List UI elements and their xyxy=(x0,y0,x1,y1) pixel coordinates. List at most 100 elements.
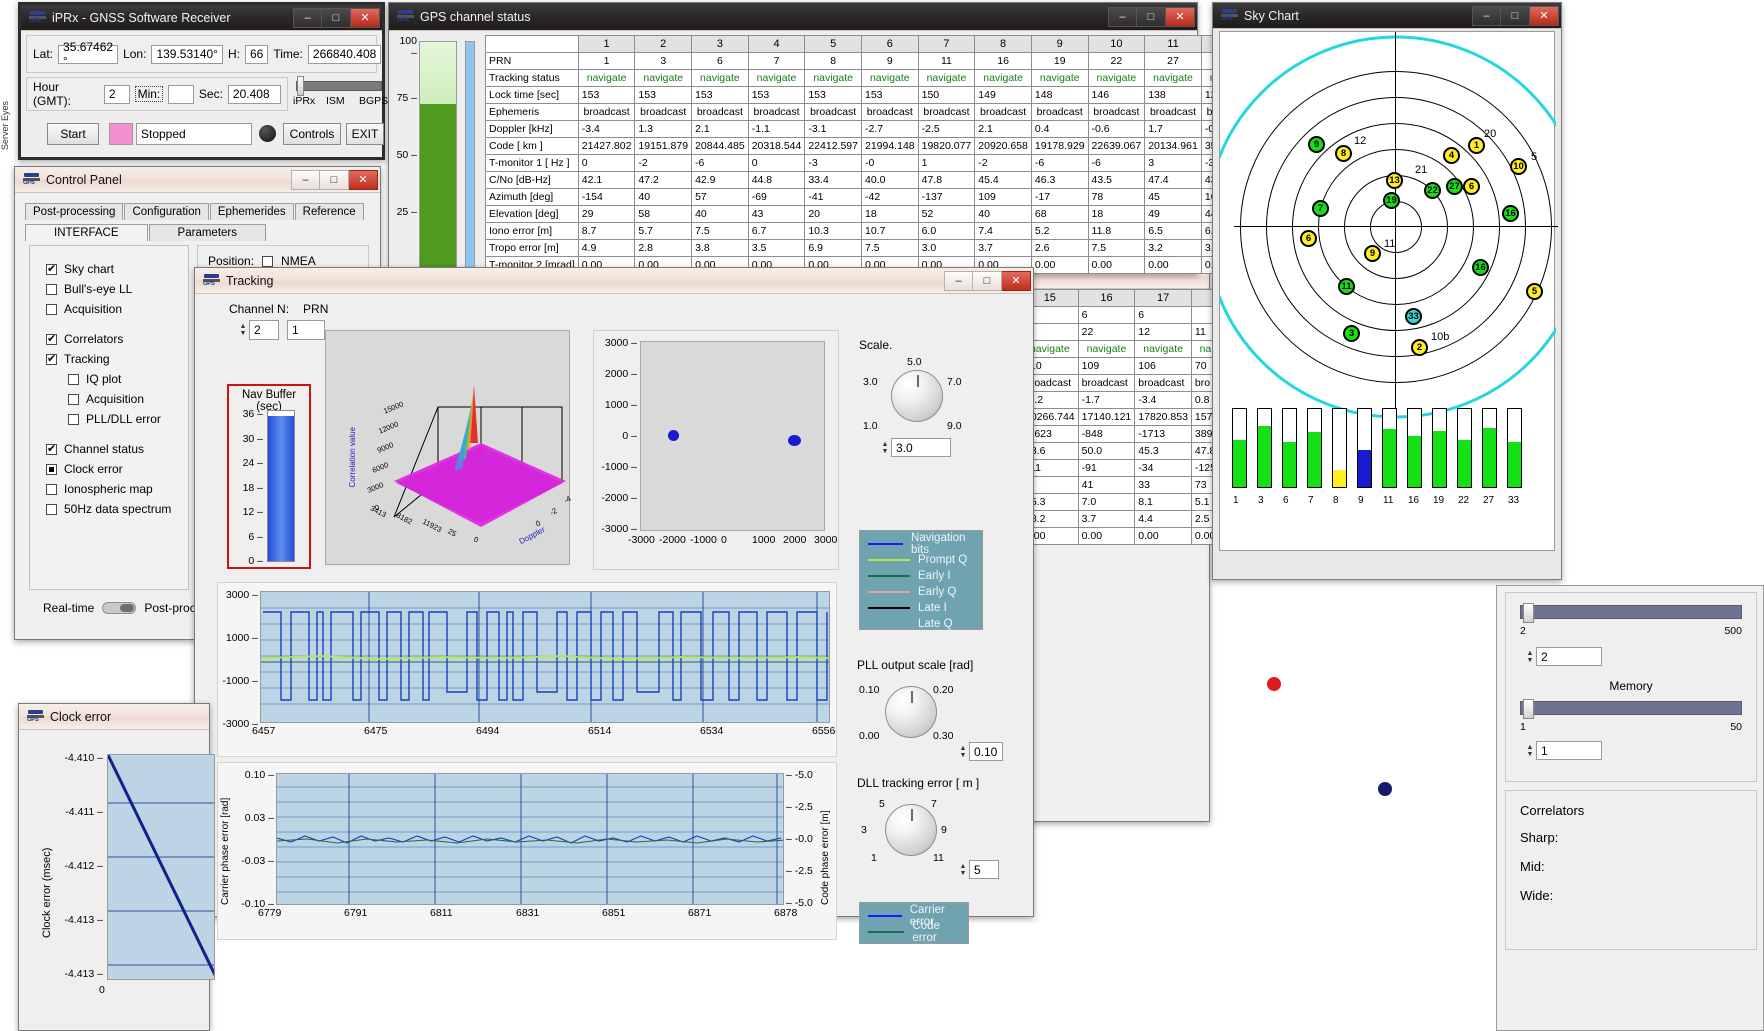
window-tracking[interactable]: GPS Tracking – □ ✕ Channel N: PRN ▲ ▼ 2 1… xyxy=(194,267,1034,944)
window-sky-chart[interactable]: GPS Sky Chart – □ ✕ 9 8 12 13 21 4 1 20 10 5 7 19 22… xyxy=(1212,2,1562,580)
close-button[interactable]: ✕ xyxy=(1166,6,1195,27)
checkbox-row-acquisition[interactable]: Acquisition xyxy=(68,392,178,406)
clock-error-plot[interactable] xyxy=(107,754,215,980)
checkbox-row-correlators[interactable]: Correlators xyxy=(46,332,178,346)
column-header[interactable]: 8 xyxy=(974,35,1032,53)
column-header[interactable]: 16 xyxy=(1077,289,1136,307)
stepper-arrows-icon[interactable]: ▲ ▼ xyxy=(1524,741,1536,761)
mode-slider[interactable] xyxy=(296,81,382,91)
scale-value-stepper[interactable]: ▲ ▼ 3.0 xyxy=(879,438,951,458)
start-button[interactable]: Start xyxy=(47,123,99,145)
stepper-arrows-icon[interactable]: ▲ ▼ xyxy=(957,742,969,762)
interface-checkbox-list[interactable]: Sky chart Bull's-eye LL Acquisition Correla… xyxy=(30,246,188,516)
column-header[interactable]: 17 xyxy=(1134,289,1192,307)
checkbox-clock-error[interactable] xyxy=(46,463,57,475)
column-header[interactable]: 10 xyxy=(1087,35,1146,53)
height-value[interactable]: 66 xyxy=(244,44,269,64)
satellite-marker-2[interactable]: 2 xyxy=(1411,339,1428,356)
satellite-marker-27[interactable]: 27 xyxy=(1446,178,1463,195)
mode-toggle-switch[interactable] xyxy=(102,602,137,614)
column-header[interactable]: 6 xyxy=(860,35,919,53)
minimize-button[interactable]: – xyxy=(944,270,973,291)
nmea-checkbox[interactable] xyxy=(262,255,274,267)
nav-chart-plot[interactable] xyxy=(260,591,830,723)
checkbox-bull-s-eye-ll[interactable] xyxy=(46,283,57,295)
column-header[interactable]: 11 xyxy=(1144,35,1202,53)
control-panel-tabs-top[interactable]: Post-processing Configuration Ephemerides R… xyxy=(25,203,365,220)
checkbox-iq-plot[interactable] xyxy=(68,373,79,385)
checkbox-correlators[interactable] xyxy=(46,332,57,345)
satellite-marker-10[interactable]: 10 xyxy=(1510,158,1527,175)
memory-slider[interactable] xyxy=(1520,699,1742,719)
satellite-marker-16[interactable]: 16 xyxy=(1502,205,1519,222)
stepper-arrows-icon[interactable]: ▲ ▼ xyxy=(957,860,969,880)
iq-plot-area[interactable] xyxy=(640,341,825,531)
checkbox-50hz-data-spectrum[interactable] xyxy=(46,503,57,515)
minimize-button[interactable]: – xyxy=(293,7,322,28)
exit-button[interactable]: EXIT xyxy=(346,123,384,145)
sec-value[interactable]: 20.408 xyxy=(227,84,281,104)
controls-button[interactable]: Controls xyxy=(283,123,341,145)
satellite-marker-13[interactable]: 13 xyxy=(1386,172,1403,189)
time-value[interactable]: 266840.408 xyxy=(307,44,382,64)
checkbox-row-50hz-data-spectrum[interactable]: 50Hz data spectrum xyxy=(46,502,178,516)
satellite-marker-6b[interactable]: 6 xyxy=(1300,230,1317,247)
correlator-option-wide[interactable]: Wide: xyxy=(1520,888,1756,903)
satellite-marker-16b[interactable]: 16 xyxy=(1472,259,1489,276)
memory-slider-handle[interactable] xyxy=(1523,699,1534,719)
checkbox-ionospheric-map[interactable] xyxy=(46,483,57,495)
close-button[interactable]: ✕ xyxy=(351,7,380,28)
window-gps-channel-status[interactable]: GPS GPS channel status – □ ✕ 100 –75 –50… xyxy=(388,2,1259,274)
close-button[interactable]: ✕ xyxy=(349,169,378,190)
titlebar-tracking[interactable]: GPS Tracking – □ ✕ xyxy=(195,268,1033,294)
control-panel-window-buttons[interactable]: – □ ✕ xyxy=(291,169,378,190)
dll-value[interactable]: 5 xyxy=(969,860,999,879)
pll-value-stepper[interactable]: ▲ ▼ 0.10 xyxy=(957,742,1003,762)
panel-correlator-settings[interactable]: 2 500 ▲ ▼ 2 Memory 1 50 ▲ ▼ 1 Correlators … xyxy=(1496,585,1764,1031)
correlation-surface-plot[interactable]: Correlation value 15000 12000 9000 6000 3000… xyxy=(325,330,572,565)
gps-channel-table[interactable]: 123456789101112PRN136789111619222733Trac… xyxy=(485,35,1259,274)
satellite-marker-8[interactable]: 8 xyxy=(1335,145,1352,162)
checkbox-channel-status[interactable] xyxy=(46,442,57,455)
satellite-marker-9[interactable]: 9 xyxy=(1308,136,1325,153)
satellite-marker-7[interactable]: 7 xyxy=(1312,200,1329,217)
scale-value[interactable]: 3.0 xyxy=(891,438,951,457)
titlebar-gps-channel[interactable]: GPS GPS channel status – □ ✕ xyxy=(389,3,1197,31)
checkbox-pll-dll-error[interactable] xyxy=(68,413,79,425)
column-header[interactable]: 7 xyxy=(917,35,976,53)
satellite-marker-19[interactable]: 19 xyxy=(1383,192,1400,209)
err-chart-plot[interactable] xyxy=(276,773,784,905)
checkbox-row-channel-status[interactable]: Channel status xyxy=(46,442,178,456)
checkbox-acquisition[interactable] xyxy=(46,303,57,315)
scale-knob[interactable] xyxy=(891,370,943,422)
titlebar-iprx[interactable]: GPS iPRx - GNSS Software Receiver – □ ✕ xyxy=(21,5,382,31)
checkbox-row-bull-s-eye-ll[interactable]: Bull's-eye LL xyxy=(46,282,178,296)
channel-n-stepper[interactable]: ▲ ▼ 2 xyxy=(237,320,279,340)
tab-configuration[interactable]: Configuration xyxy=(124,203,209,220)
min-value[interactable]: 7 xyxy=(168,84,194,104)
stepper-arrows-icon[interactable]: ▲ ▼ xyxy=(879,438,891,458)
dll-knob[interactable] xyxy=(885,804,937,856)
maximize-button[interactable]: □ xyxy=(320,169,349,190)
column-header[interactable]: 1 xyxy=(577,35,636,53)
column-header[interactable]: 4 xyxy=(747,35,806,53)
stepper-arrows-icon[interactable]: ▲ ▼ xyxy=(1524,647,1536,667)
column-header[interactable]: 9 xyxy=(1030,35,1089,53)
window-iprx-main[interactable]: GPS iPRx - GNSS Software Receiver – □ ✕ … xyxy=(18,2,388,160)
memory-value[interactable]: 1 xyxy=(1536,741,1602,760)
checkbox-sky-chart[interactable] xyxy=(46,262,57,275)
satellite-marker-11b[interactable]: 11 xyxy=(1338,278,1355,295)
maximize-button[interactable]: □ xyxy=(1501,5,1530,26)
column-header[interactable]: 5 xyxy=(804,35,862,53)
satellite-marker-33[interactable]: 33 xyxy=(1405,308,1422,325)
column-header[interactable]: 2 xyxy=(634,35,693,53)
close-button[interactable]: ✕ xyxy=(1530,5,1559,26)
satellite-marker-22[interactable]: 22 xyxy=(1424,182,1441,199)
minimize-button[interactable]: – xyxy=(1472,5,1501,26)
tracking-window-buttons[interactable]: – □ ✕ xyxy=(944,270,1031,291)
sky-window-buttons[interactable]: – □ ✕ xyxy=(1472,5,1559,26)
checkbox-row-tracking[interactable]: Tracking xyxy=(46,352,178,366)
glonass-table[interactable]: 1516175666221211navigatenavigatenavigate… xyxy=(1021,289,1220,545)
minimize-button[interactable]: – xyxy=(1108,6,1137,27)
satellite-marker-1[interactable]: 1 xyxy=(1468,137,1485,154)
